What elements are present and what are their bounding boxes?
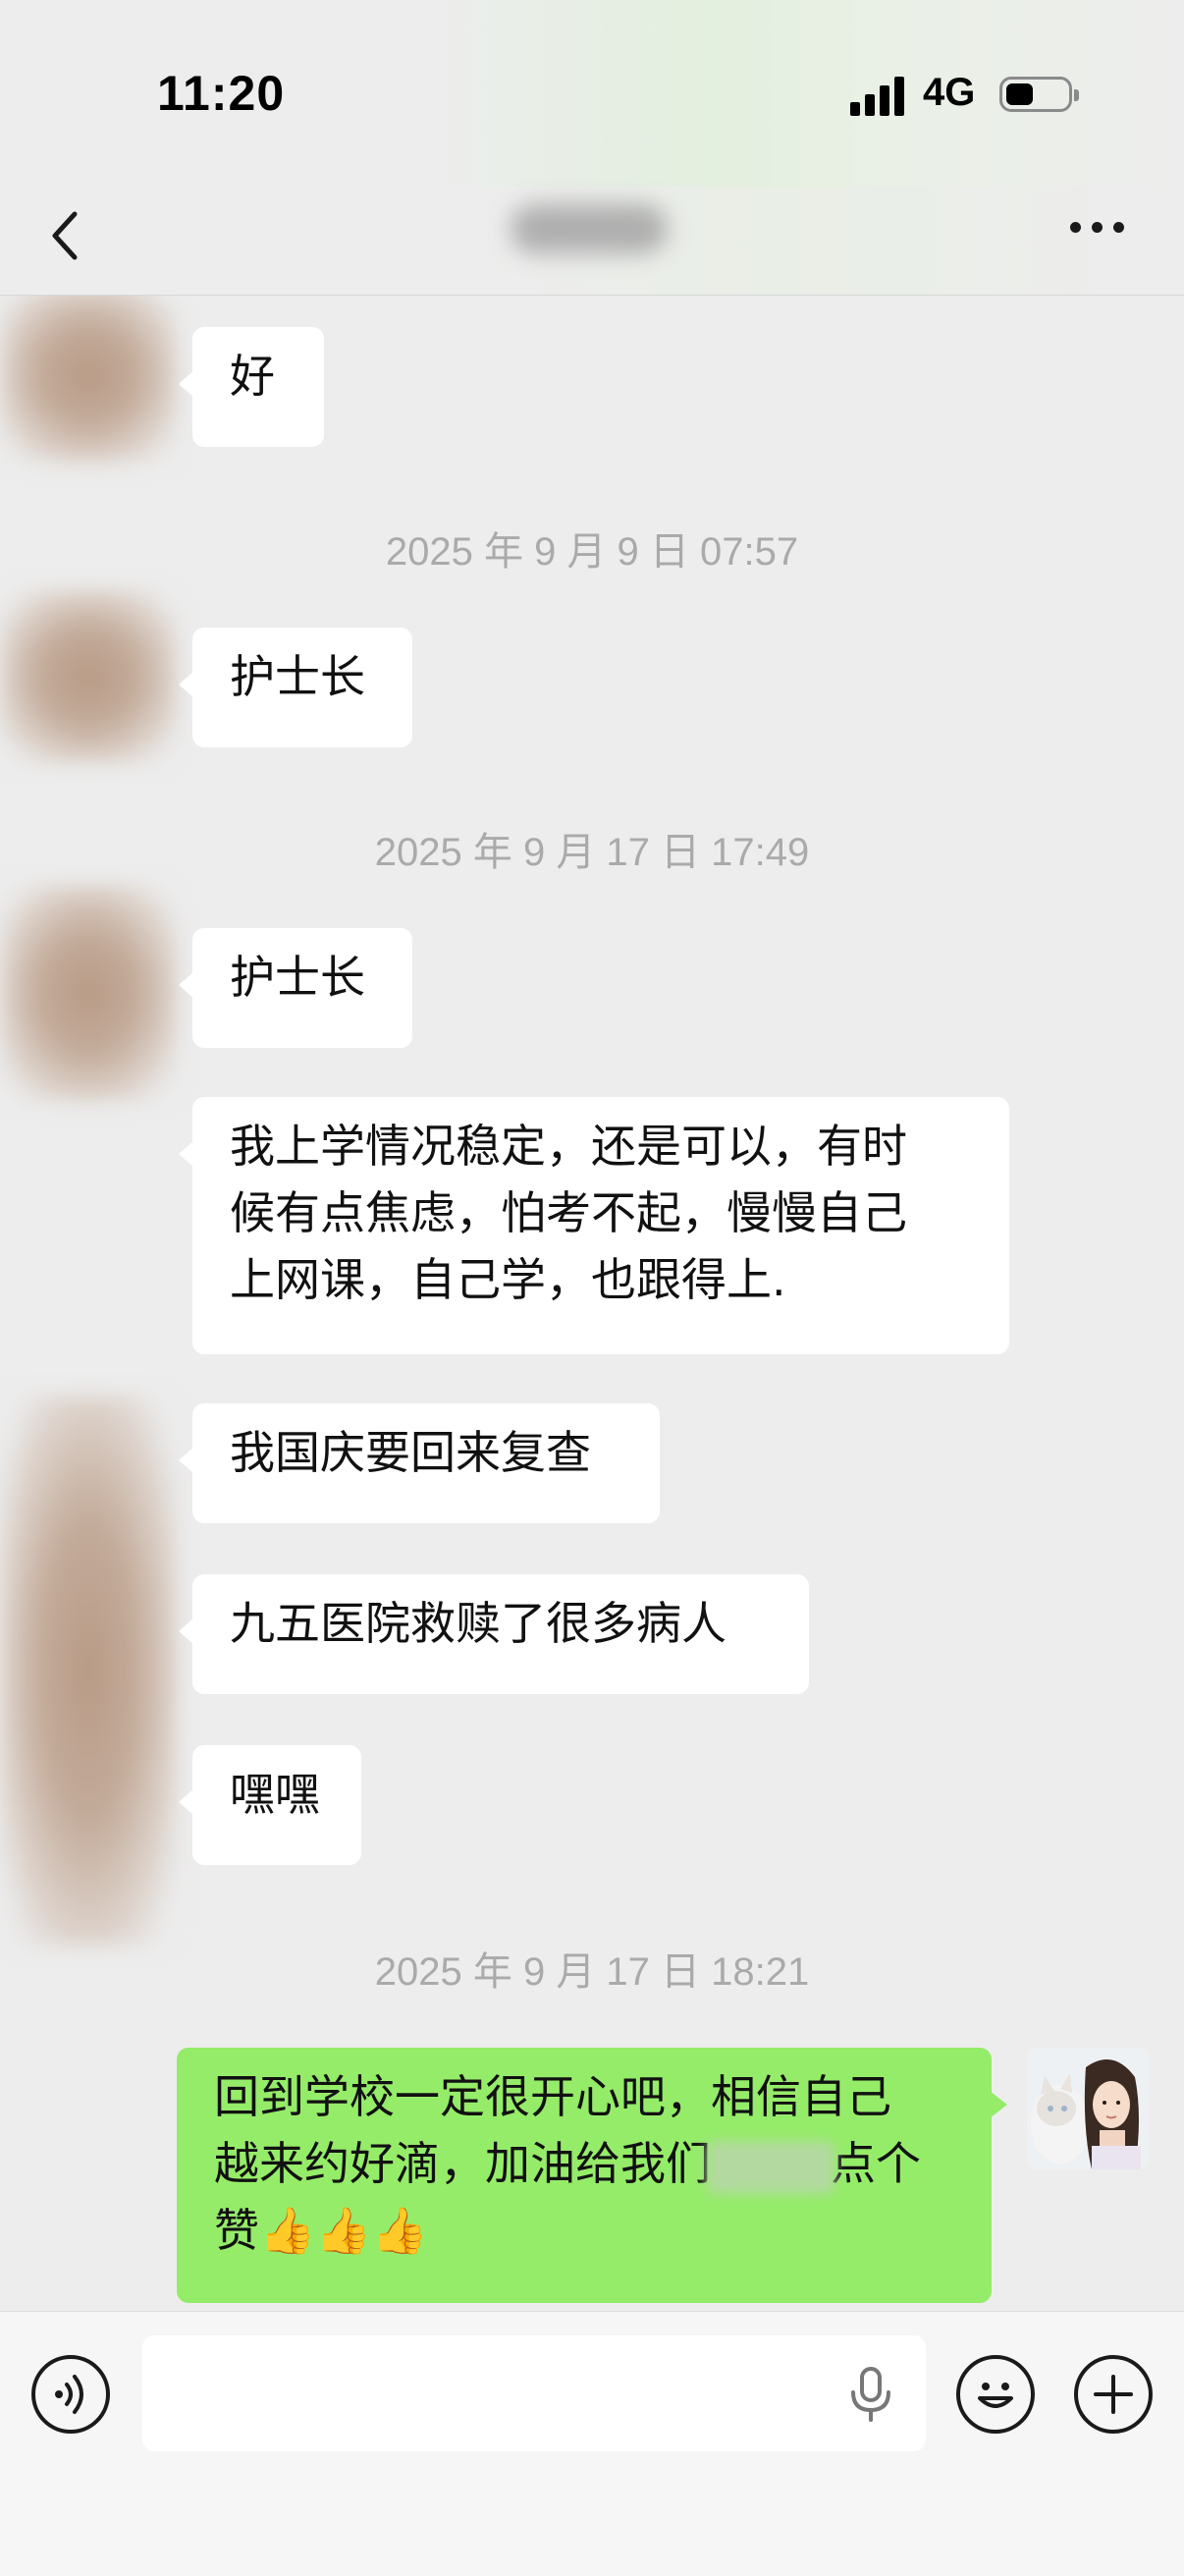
- more-dots-icon[interactable]: [1070, 222, 1129, 236]
- message-bubble[interactable]: 九五医院救赎了很多病人: [179, 1574, 809, 1694]
- message-bubble[interactable]: 好: [179, 327, 324, 447]
- redacted-text: [707, 2140, 834, 2194]
- message-input[interactable]: [142, 2335, 926, 2451]
- cellular-signal-icon: [850, 77, 907, 116]
- contact-avatar[interactable]: [0, 590, 177, 763]
- message-text: 越来约好滴，加油给我们: [214, 2137, 711, 2190]
- message-bubble[interactable]: 我上学情况稳定，还是可以，有时 候有点焦虑，怕考不起，慢慢自己 上网课，自己学，…: [179, 1097, 1009, 1354]
- message-text: 我国庆要回来复查: [230, 1426, 591, 1479]
- input-bar: [0, 2311, 1184, 2576]
- message-text: 护士长: [230, 951, 365, 1004]
- timestamp: 2025 年 9 月 17 日 18:21: [374, 1950, 810, 1994]
- contact-avatar[interactable]: [0, 885, 177, 1101]
- message-list[interactable]: 好 2025 年 9 月 9 日 07:57 护士长 2025 年 9 月 17…: [0, 296, 1184, 2311]
- message-text: 好: [230, 350, 275, 403]
- network-type: 4G: [923, 71, 976, 114]
- timestamp: 2025 年 9 月 9 日 07:57: [385, 530, 799, 574]
- timestamp: 2025 年 9 月 17 日 17:49: [374, 831, 810, 874]
- microphone-icon[interactable]: [843, 2365, 898, 2424]
- message-bubble-outgoing[interactable]: 回到学校一定很开心吧，相信自己 越来约好滴，加油给我们 点个 赞👍👍👍: [177, 2048, 1007, 2303]
- status-bar: 11:20 4G: [0, 0, 1184, 187]
- battery-level: [1006, 83, 1033, 105]
- message-text: 嘿嘿: [230, 1768, 320, 1821]
- contact-avatar[interactable]: [0, 1396, 177, 1946]
- message-text: 点个: [831, 2137, 921, 2190]
- message-bubble[interactable]: 护士长: [179, 628, 412, 747]
- message-text: 九五医院救赎了很多病人: [230, 1597, 727, 1650]
- profile-photo-icon: [1027, 2048, 1149, 2169]
- message-text-line: 上网课，自己学，也跟得上.: [230, 1253, 786, 1306]
- message-text-line: 赞👍👍👍: [214, 2204, 428, 2257]
- message-bubble[interactable]: 护士长: [179, 928, 412, 1048]
- voice-mode-icon[interactable]: [31, 2355, 110, 2434]
- my-avatar[interactable]: [1027, 2048, 1149, 2169]
- message-bubble[interactable]: 嘿嘿: [179, 1745, 361, 1865]
- emoji-icon[interactable]: [956, 2355, 1035, 2434]
- message-text-line: 我上学情况稳定，还是可以，有时: [230, 1120, 907, 1173]
- chevron-left-icon[interactable]: [43, 206, 92, 265]
- status-time: 11:20: [157, 66, 286, 121]
- battery-icon: [999, 77, 1079, 112]
- message-text-line: 候有点焦虑，怕考不起，慢慢自己: [230, 1186, 907, 1239]
- message-text: 护士长: [230, 650, 365, 703]
- message-text-line: 回到学校一定很开心吧，相信自己: [214, 2070, 891, 2123]
- contact-name-redacted: [511, 204, 668, 253]
- message-bubble[interactable]: 我国庆要回来复查: [179, 1403, 660, 1523]
- plus-icon[interactable]: [1074, 2355, 1153, 2434]
- contact-avatar[interactable]: [0, 296, 177, 463]
